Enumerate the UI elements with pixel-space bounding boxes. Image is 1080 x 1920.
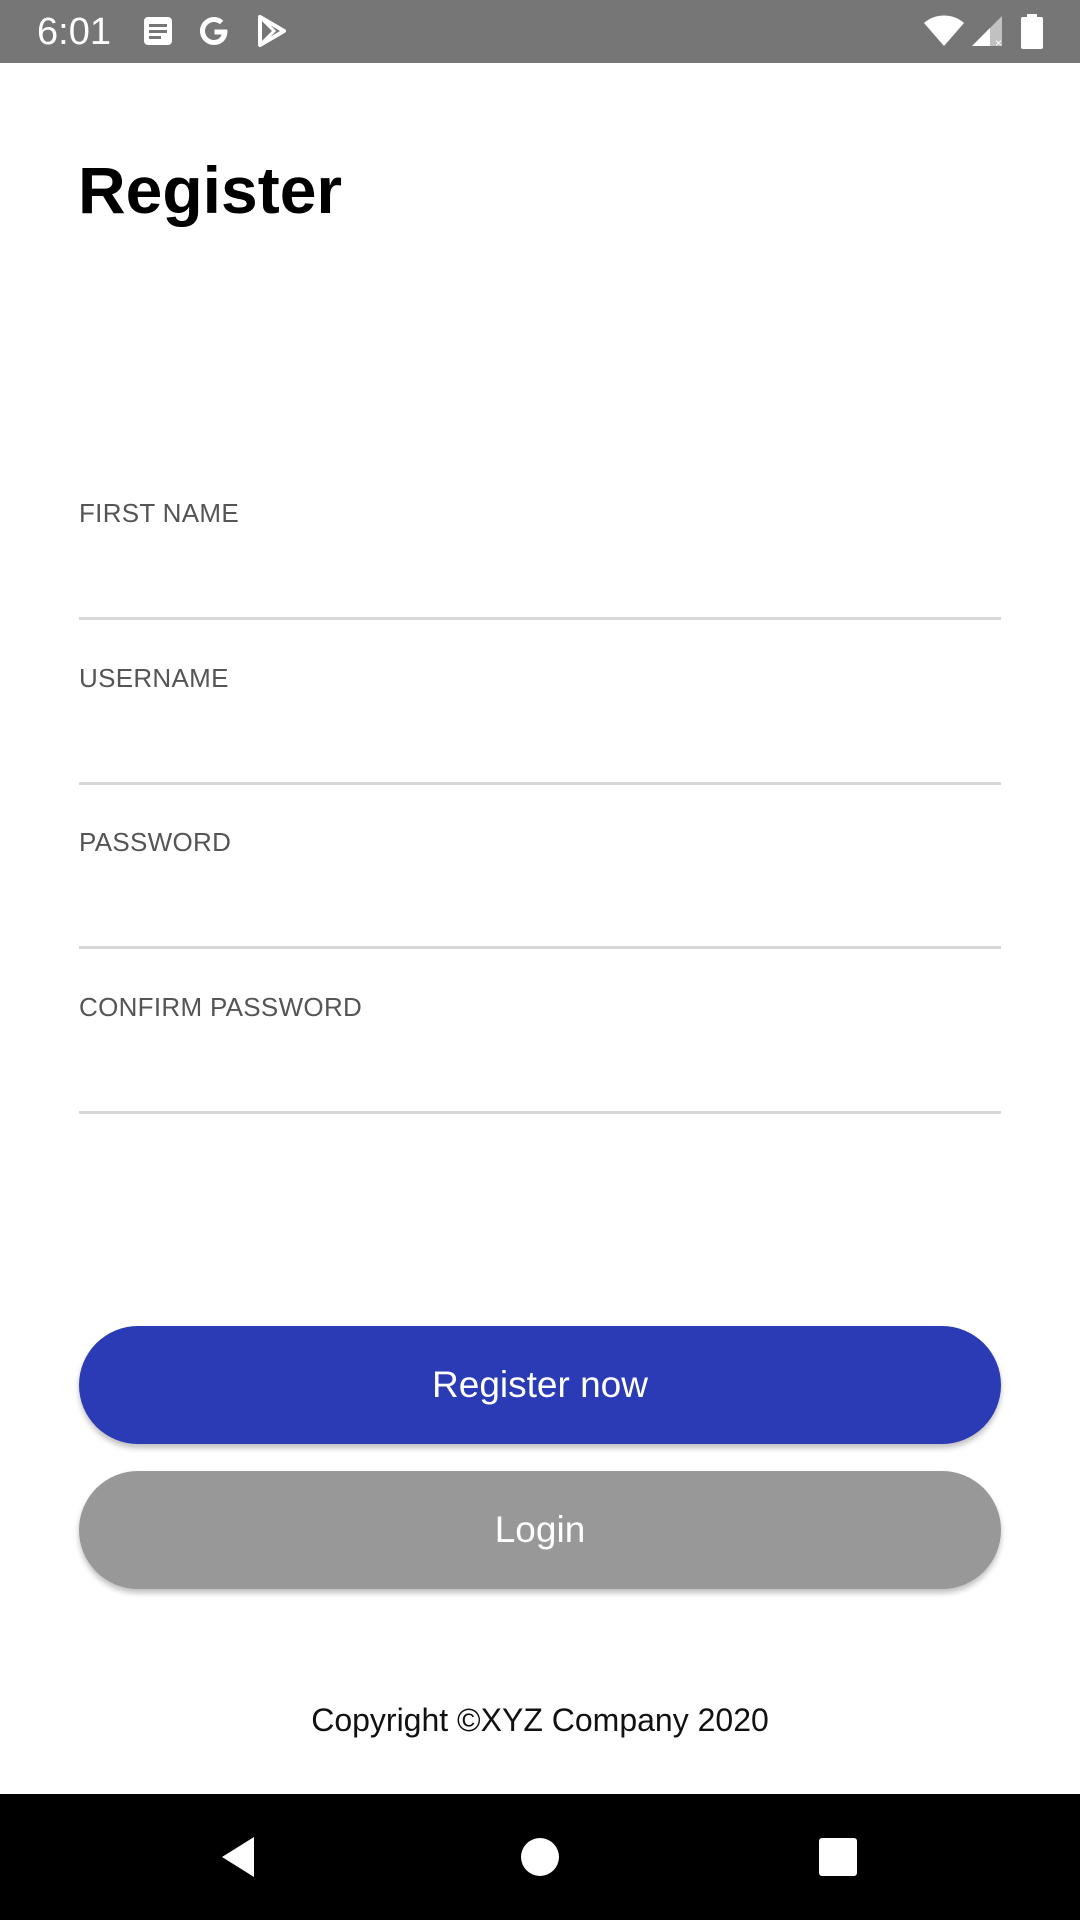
first-name-field: FIRST NAME [79,498,1001,628]
navigation-bar [0,1794,1080,1920]
first-name-label: FIRST NAME [79,498,239,528]
password-input[interactable] [79,869,1001,949]
login-button[interactable]: Login [79,1471,1001,1589]
username-input[interactable] [79,705,1001,785]
battery-icon [1020,14,1044,49]
username-label: USERNAME [79,663,229,693]
first-name-input[interactable] [79,540,1001,620]
google-icon [197,14,231,48]
password-field: PASSWORD [79,827,1001,957]
home-icon[interactable] [505,1822,575,1892]
status-bar: 6:01 × [0,0,1080,63]
page-title: Register [78,153,343,227]
confirm-password-input[interactable] [79,1034,1001,1114]
register-now-button[interactable]: Register now [79,1326,1001,1444]
signal-icon: × [970,14,1006,50]
back-icon[interactable] [204,1822,274,1892]
svg-text:×: × [995,36,1002,48]
password-label: PASSWORD [79,827,232,857]
confirm-password-field: CONFIRM PASSWORD [79,992,1001,1122]
status-time: 6:01 [37,11,111,53]
wifi-icon [922,14,966,48]
confirm-password-label: CONFIRM PASSWORD [79,992,363,1022]
copyright-text: Copyright ©XYZ Company 2020 [311,1702,769,1738]
register-screen: 6:01 × Register FIRST NAME USERNAME PASS… [0,0,1080,1920]
notes-icon [141,14,175,48]
recents-icon[interactable] [803,1822,873,1892]
play-store-icon [255,14,289,48]
username-field: USERNAME [79,663,1001,793]
